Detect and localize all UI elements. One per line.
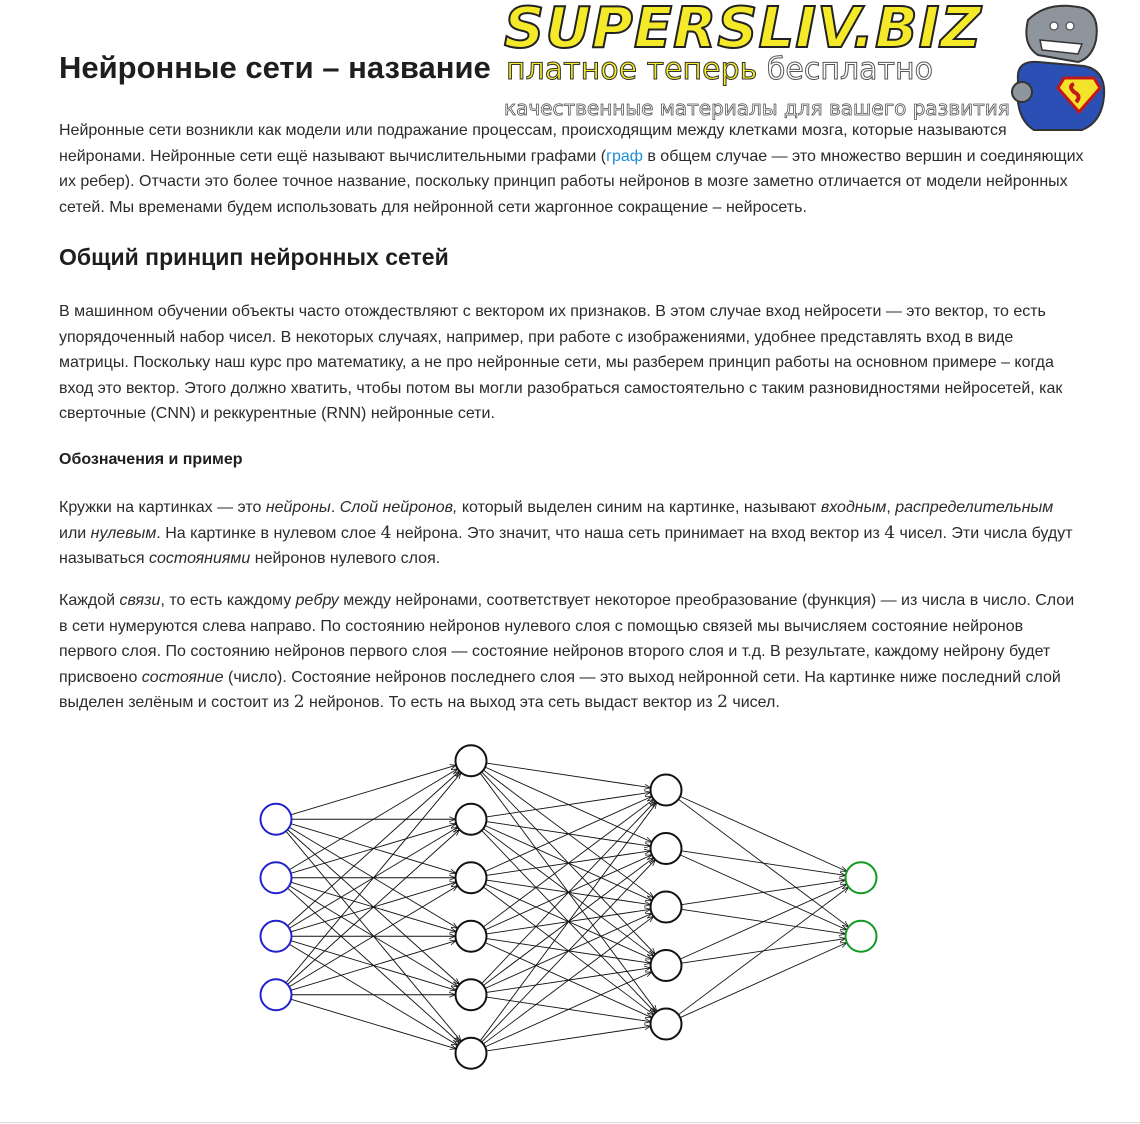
network-edge bbox=[486, 762, 650, 788]
network-edge bbox=[679, 795, 847, 871]
math-number: 2 bbox=[293, 692, 305, 712]
term-edge: ребру bbox=[295, 592, 339, 609]
output-neuron bbox=[844, 919, 878, 953]
input-neuron bbox=[259, 861, 293, 895]
term-neurons: нейроны bbox=[265, 499, 331, 516]
watermark-tagline-b: бесплатно bbox=[766, 52, 933, 88]
math-number: 2 bbox=[717, 692, 728, 712]
term-state: состояние bbox=[141, 668, 224, 686]
network-edges bbox=[285, 762, 849, 1052]
section-paragraph: В машинном обучении объекты часто отожде… bbox=[59, 303, 1063, 422]
network-edge bbox=[486, 1026, 650, 1052]
watermark-subtitle: качественные материалы для вашего развит… bbox=[504, 96, 1011, 121]
text-fragment: Кружки на картинках — это bbox=[59, 499, 266, 516]
hidden-neuron bbox=[454, 802, 488, 836]
term-connection: связи bbox=[119, 592, 161, 609]
term-layer: Слой нейронов, bbox=[339, 499, 458, 516]
hidden-neuron bbox=[649, 890, 683, 924]
subheading: Обозначения и пример bbox=[59, 451, 243, 468]
text-fragment: . На картинке в нулевом слое bbox=[156, 524, 381, 542]
hidden-neuron bbox=[649, 832, 683, 865]
text-fragment: , bbox=[886, 499, 896, 516]
watermark-banner: SUPERSLIV.BIZ платное теперь бесплатно к… bbox=[500, 0, 1140, 135]
input-neuron bbox=[259, 802, 293, 836]
network-edge bbox=[681, 880, 845, 906]
text-fragment: Каждой bbox=[59, 592, 120, 609]
text-fragment: нейрона. Это значит, что наша сеть прини… bbox=[391, 524, 885, 542]
network-edge bbox=[681, 850, 845, 876]
connections-paragraph: Каждой связи, то есть каждому ребру межд… bbox=[59, 588, 1084, 716]
text-fragment: или bbox=[59, 524, 91, 542]
input-neuron bbox=[259, 919, 293, 953]
footer-divider bbox=[0, 1122, 1140, 1123]
network-edge bbox=[483, 799, 653, 928]
text-fragment: нейронов нулевого слоя. bbox=[250, 550, 441, 567]
page-title: Нейронные сети – название bbox=[59, 50, 491, 85]
hidden-neuron bbox=[649, 1007, 683, 1041]
text-fragment: чисел. bbox=[727, 694, 780, 711]
network-edge bbox=[678, 887, 848, 1016]
text-fragment: нейронов. То есть на выход эта сеть выда… bbox=[304, 694, 718, 711]
hidden-neuron bbox=[454, 978, 488, 1012]
network-edge bbox=[479, 802, 657, 1042]
network-edge bbox=[484, 972, 652, 1048]
network-edge bbox=[287, 771, 460, 927]
text-fragment: , то есть каждому bbox=[160, 592, 296, 609]
watermark-tagline: платное теперь бесплатно bbox=[506, 52, 934, 88]
hidden-neuron bbox=[649, 773, 683, 807]
network-edge bbox=[486, 792, 650, 818]
output-neuron bbox=[844, 861, 878, 895]
network-edge bbox=[290, 998, 456, 1049]
network-edge bbox=[679, 943, 847, 1019]
text-fragment: который выделен синим на картинке, назыв… bbox=[457, 499, 821, 516]
term-states: состояниями bbox=[149, 550, 251, 567]
term-distributive: распределительным bbox=[895, 499, 1054, 516]
network-edge bbox=[679, 884, 847, 960]
hidden-neuron bbox=[454, 744, 488, 778]
text-fragment: . bbox=[330, 499, 340, 516]
math-number: 4 bbox=[884, 522, 896, 543]
notation-paragraph: Кружки на картинках — это нейроны. Слой … bbox=[59, 495, 1084, 572]
neural-network-diagram bbox=[259, 744, 878, 1070]
hidden-neuron bbox=[454, 1036, 488, 1070]
hidden-neuron bbox=[454, 919, 488, 953]
network-nodes bbox=[259, 744, 878, 1070]
graph-link[interactable]: граф bbox=[606, 148, 643, 165]
watermark-tagline-a: платное теперь bbox=[506, 52, 767, 88]
input-neuron bbox=[259, 978, 293, 1012]
shark-mascot-icon bbox=[1011, 4, 1106, 131]
math-number: 4 bbox=[380, 522, 392, 543]
network-edge bbox=[481, 801, 656, 984]
hidden-neuron bbox=[454, 861, 488, 895]
term-zero: нулевым bbox=[90, 524, 157, 542]
network-edge bbox=[290, 765, 456, 816]
term-input: входным bbox=[820, 499, 887, 516]
network-edge bbox=[483, 916, 653, 1045]
hidden-neuron bbox=[649, 949, 683, 982]
network-edge bbox=[481, 860, 656, 1043]
section-heading: Общий принцип нейронных сетей bbox=[59, 244, 449, 270]
network-edge bbox=[484, 796, 652, 872]
